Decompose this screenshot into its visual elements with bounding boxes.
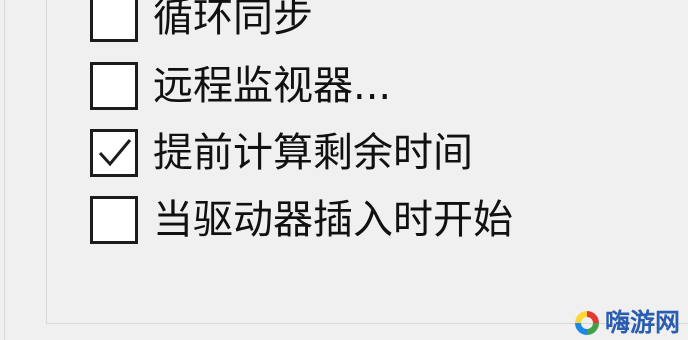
precompute-remaining-time-label: 提前计算剩余时间 <box>153 130 473 176</box>
window-left-border <box>0 0 5 340</box>
precompute-remaining-time-checkbox[interactable] <box>90 129 138 177</box>
start-on-drive-insert-checkbox[interactable] <box>90 196 138 244</box>
option-remote-monitor[interactable]: 远程监视器... <box>90 56 391 116</box>
option-precompute-remaining-time[interactable]: 提前计算剩余时间 <box>90 123 473 183</box>
loop-sync-label: 循环同步 <box>153 0 313 41</box>
option-loop-sync[interactable]: 循环同步 <box>90 0 313 48</box>
option-start-on-drive-insert[interactable]: 当驱动器插入时开始 <box>90 190 513 250</box>
swirl-logo-icon <box>574 311 599 335</box>
watermark-text: 嗨游网 <box>604 308 680 337</box>
start-on-drive-insert-label: 当驱动器插入时开始 <box>153 197 513 243</box>
check-mark-icon <box>98 139 132 167</box>
remote-monitor-checkbox[interactable] <box>90 62 138 110</box>
watermark: 嗨游网 <box>573 308 680 338</box>
loop-sync-checkbox[interactable] <box>90 0 138 42</box>
remote-monitor-label: 远程监视器... <box>153 63 392 109</box>
